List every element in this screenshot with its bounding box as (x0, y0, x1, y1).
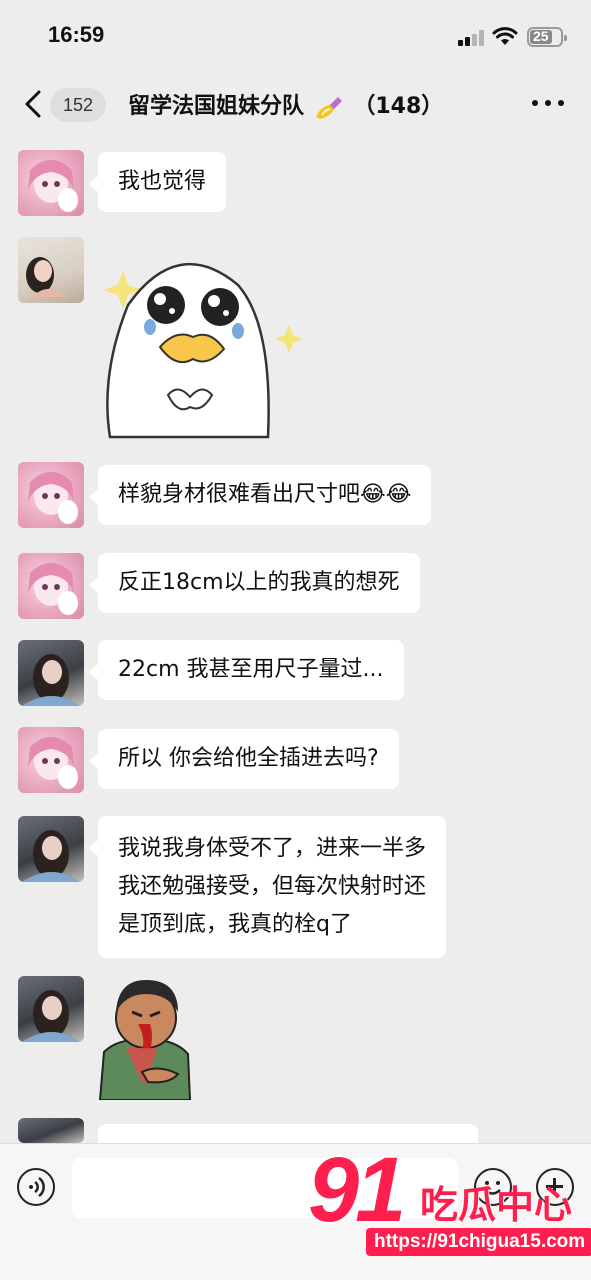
chat-title[interactable]: 留学法国姐妹分队 （148） (128, 88, 443, 121)
dark-hair-girl-avatar-image (22, 830, 80, 882)
anime-girl-avatar-image (28, 160, 78, 212)
message-text: 我也觉得 (118, 169, 207, 194)
unread-count-badge[interactable]: 152 (50, 88, 106, 122)
message-text-line: 我还勉强接受，但每次快射时还 (118, 874, 427, 899)
message-bubble[interactable]: 22cm 我甚至用尺子量过... (89, 640, 404, 700)
message-text: 样貌身材很难看出尺寸吧😂😂 (118, 482, 412, 507)
back-chevron-icon[interactable] (22, 89, 44, 119)
avatar[interactable] (18, 1118, 84, 1143)
watermark: 91 吃瓜中心 https://91chigua15.com (300, 1140, 591, 1260)
avatar[interactable] (18, 237, 84, 303)
battery-icon: 25 (527, 27, 567, 47)
avatar[interactable] (18, 462, 84, 528)
group-name: 留学法国姐妹分队 (128, 94, 305, 119)
dark-hair-girl-avatar-image (22, 990, 80, 1042)
crying-duck-sticker[interactable] (98, 245, 308, 445)
chat-header: 152 留学法国姐妹分队 （148） (0, 70, 591, 138)
message-text-line: 我说我身体受不了，进来一半多 (118, 836, 427, 861)
wifi-icon (492, 27, 518, 45)
girl-photo-avatar-image (26, 257, 66, 297)
message-bubble[interactable]: 反正18cm以上的我真的想死 (89, 553, 420, 613)
avatar[interactable] (18, 553, 84, 619)
battery-level: 25 (533, 28, 549, 44)
watermark-logo: 91 (308, 1139, 406, 1241)
message-bubble[interactable]: 所以 你会给他全插进去吗? (89, 729, 399, 789)
message-bubble[interactable]: 我也觉得 (88, 152, 227, 212)
status-bar: 16:59 25 (0, 0, 591, 70)
cellular-signal-icon (458, 30, 484, 46)
nail-polish-emoji-icon (315, 97, 342, 119)
more-options-icon[interactable] (532, 100, 564, 108)
anime-girl-avatar-image (28, 737, 78, 789)
avatar[interactable] (18, 727, 84, 793)
message-text: 反正18cm以上的我真的想死 (118, 570, 400, 595)
watermark-url: https://91chigua15.com (366, 1228, 591, 1256)
anime-girl-avatar-image (28, 472, 78, 524)
avatar[interactable] (18, 150, 84, 216)
message-text: 22cm 我甚至用尺子量过... (118, 657, 384, 682)
avatar[interactable] (18, 816, 84, 882)
avatar[interactable] (18, 640, 84, 706)
message-bubble[interactable]: 样貌身材很难看出尺寸吧😂😂 (88, 465, 432, 525)
nosebleed-boy-sticker[interactable] (98, 976, 193, 1100)
dark-hair-girl-avatar-image (22, 654, 80, 706)
message-bubble[interactable]: 我说我身体受不了，进来一半多 我还勉强接受，但每次快射时还 是顶到底，我真的栓q… (88, 816, 447, 958)
voice-input-icon[interactable] (17, 1168, 55, 1206)
member-count: （148） (353, 94, 444, 119)
message-text-line: 是顶到底，我真的栓q了 (118, 912, 352, 937)
avatar[interactable] (18, 976, 84, 1042)
message-text: 所以 你会给他全插进去吗? (118, 746, 379, 771)
status-time: 16:59 (48, 22, 105, 47)
anime-girl-avatar-image (28, 563, 78, 615)
watermark-brand: 吃瓜中心 (420, 1183, 573, 1227)
